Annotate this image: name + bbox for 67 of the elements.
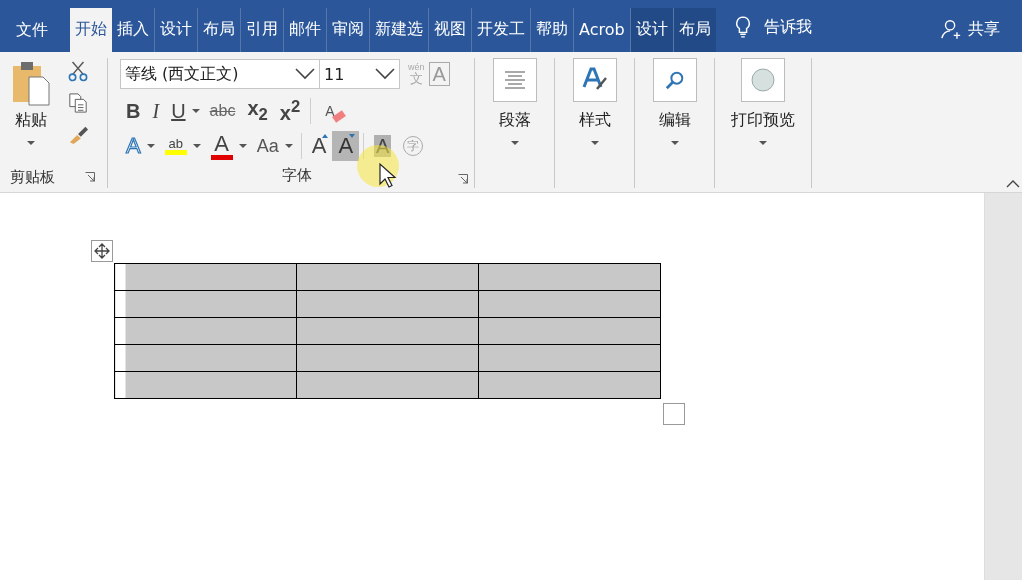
caret-icon bbox=[759, 141, 767, 145]
table-resize-handle[interactable] bbox=[663, 403, 685, 425]
caret-icon[interactable] bbox=[192, 144, 201, 148]
share-button[interactable]: 共享 bbox=[934, 14, 1006, 44]
caret-icon[interactable] bbox=[146, 144, 155, 148]
scissors-icon[interactable] bbox=[68, 60, 88, 82]
table-move-handle-icon[interactable] bbox=[91, 240, 113, 262]
table-cell[interactable] bbox=[114, 371, 297, 399]
table-cell[interactable] bbox=[114, 263, 297, 291]
strikethrough-button[interactable]: abc bbox=[203, 96, 242, 126]
align-lines-icon bbox=[502, 70, 527, 90]
collapse-ribbon-icon[interactable] bbox=[1006, 180, 1020, 188]
table-cell[interactable] bbox=[114, 290, 297, 318]
chevron-down-icon bbox=[295, 68, 315, 80]
subscript-button[interactable]: x$_{2}$ bbox=[241, 96, 274, 126]
table-cell[interactable] bbox=[296, 263, 479, 291]
grow-font-button[interactable]: A bbox=[305, 131, 333, 161]
superscript-button[interactable]: x$^{2}$ bbox=[273, 96, 307, 126]
caret-icon[interactable] bbox=[284, 144, 293, 148]
clear-formatting-button[interactable]: A bbox=[319, 96, 351, 126]
tell-me-field[interactable]: 告诉我 bbox=[763, 17, 812, 38]
table-cell[interactable] bbox=[478, 344, 661, 372]
caret-icon bbox=[510, 141, 519, 145]
caret-icon[interactable] bbox=[238, 144, 247, 148]
font-name-dropdown[interactable]: 等线 (西文正文) bbox=[120, 59, 320, 89]
paintbrush-icon[interactable] bbox=[68, 124, 90, 144]
highlight-color-button[interactable]: ab bbox=[158, 131, 193, 161]
search-icon bbox=[664, 70, 685, 90]
ribbon-tab[interactable]: 布局 bbox=[672, 8, 716, 52]
table-cell[interactable] bbox=[296, 371, 479, 399]
font-size-dropdown[interactable]: 11 bbox=[320, 59, 400, 89]
table-cell[interactable] bbox=[114, 317, 297, 345]
ribbon-tab[interactable]: 文件 bbox=[10, 8, 54, 52]
clipboard-icon bbox=[11, 61, 51, 107]
ribbon-tab[interactable]: 设计 bbox=[629, 8, 673, 52]
print-preview-button[interactable]: 打印预览 bbox=[731, 58, 795, 145]
caret-icon bbox=[670, 141, 679, 145]
table-cell[interactable] bbox=[478, 371, 661, 399]
font-color-button[interactable]: A bbox=[204, 131, 239, 161]
person-add-icon bbox=[940, 18, 962, 40]
group-label: 字体 bbox=[282, 165, 312, 185]
paste-button[interactable]: 粘贴 bbox=[0, 58, 52, 166]
copy-icon[interactable] bbox=[68, 92, 88, 114]
table-cell[interactable] bbox=[478, 263, 661, 291]
table-cell[interactable] bbox=[478, 317, 661, 345]
caret-icon bbox=[590, 141, 599, 145]
table-cell[interactable] bbox=[478, 290, 661, 318]
table-cell[interactable] bbox=[114, 344, 297, 372]
ribbon-tab[interactable]: 开始 bbox=[70, 8, 112, 52]
table-cell[interactable] bbox=[296, 317, 479, 345]
dialog-launcher-icon[interactable] bbox=[85, 172, 95, 182]
underline-button[interactable]: U bbox=[165, 96, 192, 126]
chevron-down-icon bbox=[375, 68, 395, 80]
bold-button[interactable]: B bbox=[120, 96, 147, 126]
caret-icon[interactable] bbox=[191, 109, 200, 113]
caret-icon bbox=[27, 141, 35, 145]
table-cell[interactable] bbox=[296, 290, 479, 318]
shrink-font-button[interactable]: A bbox=[332, 131, 360, 161]
table-cell[interactable] bbox=[296, 344, 479, 372]
group-label: 剪贴板 bbox=[10, 167, 55, 187]
lightbulb-icon[interactable] bbox=[733, 15, 752, 39]
ribbon-tab[interactable]: 插入 bbox=[112, 8, 154, 52]
scrollbar[interactable] bbox=[984, 193, 1022, 580]
circle-icon bbox=[751, 68, 775, 92]
dialog-launcher-icon[interactable] bbox=[458, 174, 468, 184]
change-case-button[interactable]: Aa bbox=[250, 131, 285, 161]
italic-button[interactable]: I bbox=[146, 96, 166, 126]
